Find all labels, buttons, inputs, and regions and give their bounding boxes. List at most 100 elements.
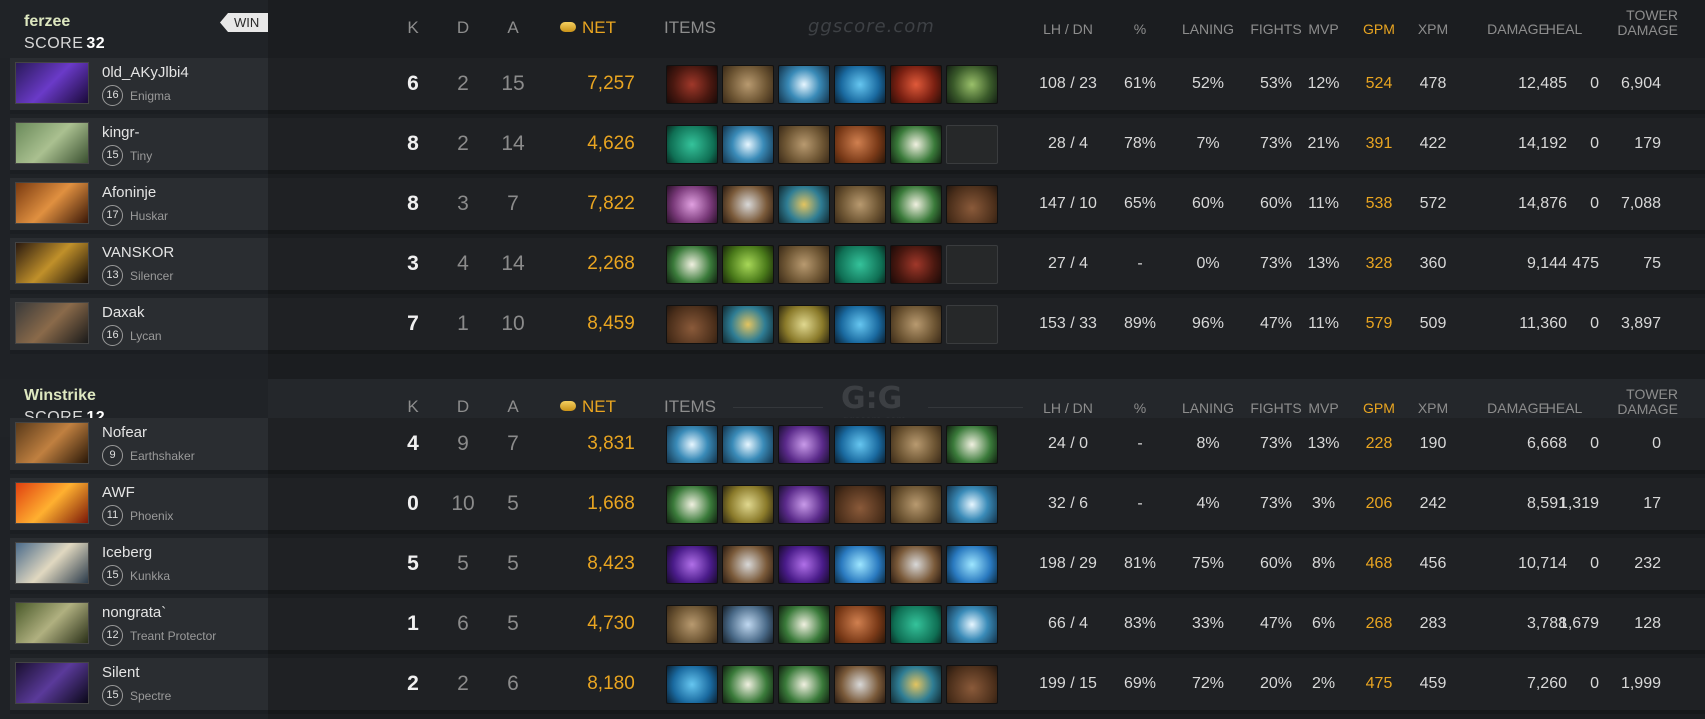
col-header-net[interactable]: NET bbox=[538, 18, 638, 38]
ring-item-icon[interactable] bbox=[722, 305, 774, 344]
col-header-xpm[interactable]: XPM bbox=[1402, 21, 1464, 37]
scroll-item-icon[interactable] bbox=[890, 425, 942, 464]
col-header-lh-dn[interactable]: LH / DN bbox=[1018, 400, 1118, 416]
dagger-item-icon[interactable] bbox=[778, 665, 830, 704]
blue-item-icon[interactable] bbox=[834, 425, 886, 464]
hood-item-icon[interactable] bbox=[890, 245, 942, 284]
empty-item-slot[interactable] bbox=[946, 305, 998, 344]
player-name[interactable]: AWF bbox=[102, 484, 135, 501]
claw-item-icon[interactable] bbox=[666, 185, 718, 224]
col-header-net[interactable]: NET bbox=[538, 397, 638, 417]
ring-item-icon[interactable] bbox=[778, 185, 830, 224]
blink-item-icon[interactable] bbox=[722, 125, 774, 164]
tranq-item-icon[interactable] bbox=[890, 605, 942, 644]
blue-item-icon[interactable] bbox=[666, 665, 718, 704]
blink-item-icon[interactable] bbox=[666, 425, 718, 464]
player-card[interactable]: Iceberg 15 Kunkka bbox=[10, 538, 268, 594]
col-header-k[interactable]: K bbox=[388, 18, 438, 38]
ring-item-icon[interactable] bbox=[890, 665, 942, 704]
blink-item-icon[interactable] bbox=[722, 425, 774, 464]
col-header-tower-damage[interactable]: TOWER DAMAGE bbox=[1598, 8, 1678, 38]
player-name[interactable]: 0ld_AKyJlbi4 bbox=[102, 64, 189, 81]
player-card[interactable]: nongrata` 12 Treant Protector bbox=[10, 598, 268, 654]
wraith-item-icon[interactable] bbox=[778, 305, 830, 344]
hood-item-icon[interactable] bbox=[666, 65, 718, 104]
player-name[interactable]: Daxak bbox=[102, 304, 145, 321]
col-header-a[interactable]: A bbox=[488, 397, 538, 417]
axe-item-icon[interactable] bbox=[834, 665, 886, 704]
wand-item-icon[interactable] bbox=[946, 65, 998, 104]
blink-item-icon[interactable] bbox=[946, 605, 998, 644]
boots-item-icon[interactable] bbox=[834, 485, 886, 524]
blink-item-icon[interactable] bbox=[946, 485, 998, 524]
player-name[interactable]: nongrata` bbox=[102, 604, 166, 621]
dagger-item-icon[interactable] bbox=[890, 125, 942, 164]
boots-item-icon[interactable] bbox=[946, 665, 998, 704]
player-name[interactable]: kingr- bbox=[102, 124, 140, 141]
player-name[interactable]: Afoninje bbox=[102, 184, 156, 201]
blue-item-icon[interactable] bbox=[834, 305, 886, 344]
player-name[interactable]: Iceberg bbox=[102, 544, 152, 561]
orb-item-icon[interactable] bbox=[778, 485, 830, 524]
tranq-item-icon[interactable] bbox=[834, 245, 886, 284]
dagger-item-icon[interactable] bbox=[666, 485, 718, 524]
player-card[interactable]: Silent 15 Spectre bbox=[10, 658, 268, 714]
player-name[interactable]: Silent bbox=[102, 664, 140, 681]
scroll-item-icon[interactable] bbox=[890, 485, 942, 524]
player-card[interactable]: Afoninje 17 Huskar bbox=[10, 178, 268, 234]
player-card[interactable]: VANSKOR 13 Silencer bbox=[10, 238, 268, 294]
col-header-gpm[interactable]: GPM bbox=[1348, 21, 1410, 37]
green-item-icon[interactable] bbox=[722, 245, 774, 284]
last-hits: 28 bbox=[1047, 135, 1066, 152]
blue-item-icon[interactable] bbox=[834, 65, 886, 104]
axe-item-icon[interactable] bbox=[722, 185, 774, 224]
player-card[interactable]: Nofear 9 Earthshaker bbox=[10, 418, 268, 474]
player-card[interactable]: kingr- 15 Tiny bbox=[10, 118, 268, 174]
col-header-a[interactable]: A bbox=[488, 18, 538, 38]
dagger-item-icon[interactable] bbox=[946, 425, 998, 464]
hammer-item-icon[interactable] bbox=[722, 605, 774, 644]
player-card[interactable]: 0ld_AKyJlbi4 16 Enigma bbox=[10, 58, 268, 114]
dagger-item-icon[interactable] bbox=[890, 185, 942, 224]
ball-item-icon[interactable] bbox=[834, 125, 886, 164]
orb-item-icon[interactable] bbox=[778, 425, 830, 464]
scroll-item-icon[interactable] bbox=[666, 605, 718, 644]
empty-item-slot[interactable] bbox=[946, 245, 998, 284]
scroll-item-icon[interactable] bbox=[722, 65, 774, 104]
scroll-item-icon[interactable] bbox=[834, 185, 886, 224]
player-name[interactable]: VANSKOR bbox=[102, 244, 174, 261]
axe-item-icon[interactable] bbox=[722, 545, 774, 584]
empty-item-slot[interactable] bbox=[946, 125, 998, 164]
col-header-d[interactable]: D bbox=[438, 18, 488, 38]
col-header-gpm[interactable]: GPM bbox=[1348, 400, 1410, 416]
purple-item-icon[interactable] bbox=[778, 545, 830, 584]
tranq-item-icon[interactable] bbox=[666, 125, 718, 164]
col-header-tower-damage[interactable]: TOWER DAMAGE bbox=[1598, 387, 1678, 417]
axe-item-icon[interactable] bbox=[890, 545, 942, 584]
scroll-item-icon[interactable] bbox=[778, 245, 830, 284]
player-card[interactable]: Daxak 16 Lycan bbox=[10, 298, 268, 354]
col-header-xpm[interactable]: XPM bbox=[1402, 400, 1464, 416]
dagger-item-icon[interactable] bbox=[666, 245, 718, 284]
bottle-item-icon[interactable] bbox=[834, 545, 886, 584]
ball-item-icon[interactable] bbox=[834, 605, 886, 644]
scroll-item-icon[interactable] bbox=[890, 305, 942, 344]
player-name[interactable]: Nofear bbox=[102, 424, 147, 441]
col-header-k[interactable]: K bbox=[388, 397, 438, 417]
boots-item-icon[interactable] bbox=[666, 305, 718, 344]
blink-item-icon[interactable] bbox=[778, 65, 830, 104]
red-item-icon[interactable] bbox=[890, 65, 942, 104]
col-header-heal[interactable]: HEAL bbox=[1529, 400, 1599, 416]
col-header-lh-dn[interactable]: LH / DN bbox=[1018, 21, 1118, 37]
wraith-item-icon[interactable] bbox=[722, 485, 774, 524]
assists: 5 bbox=[507, 612, 519, 635]
dagger-item-icon[interactable] bbox=[778, 605, 830, 644]
dagger-item-icon[interactable] bbox=[722, 665, 774, 704]
bottle-item-icon[interactable] bbox=[946, 545, 998, 584]
player-card[interactable]: AWF 11 Phoenix bbox=[10, 478, 268, 534]
purple-item-icon[interactable] bbox=[666, 545, 718, 584]
col-header-d[interactable]: D bbox=[438, 397, 488, 417]
col-header-heal[interactable]: HEAL bbox=[1529, 21, 1599, 37]
boots-item-icon[interactable] bbox=[946, 185, 998, 224]
scroll-item-icon[interactable] bbox=[778, 125, 830, 164]
